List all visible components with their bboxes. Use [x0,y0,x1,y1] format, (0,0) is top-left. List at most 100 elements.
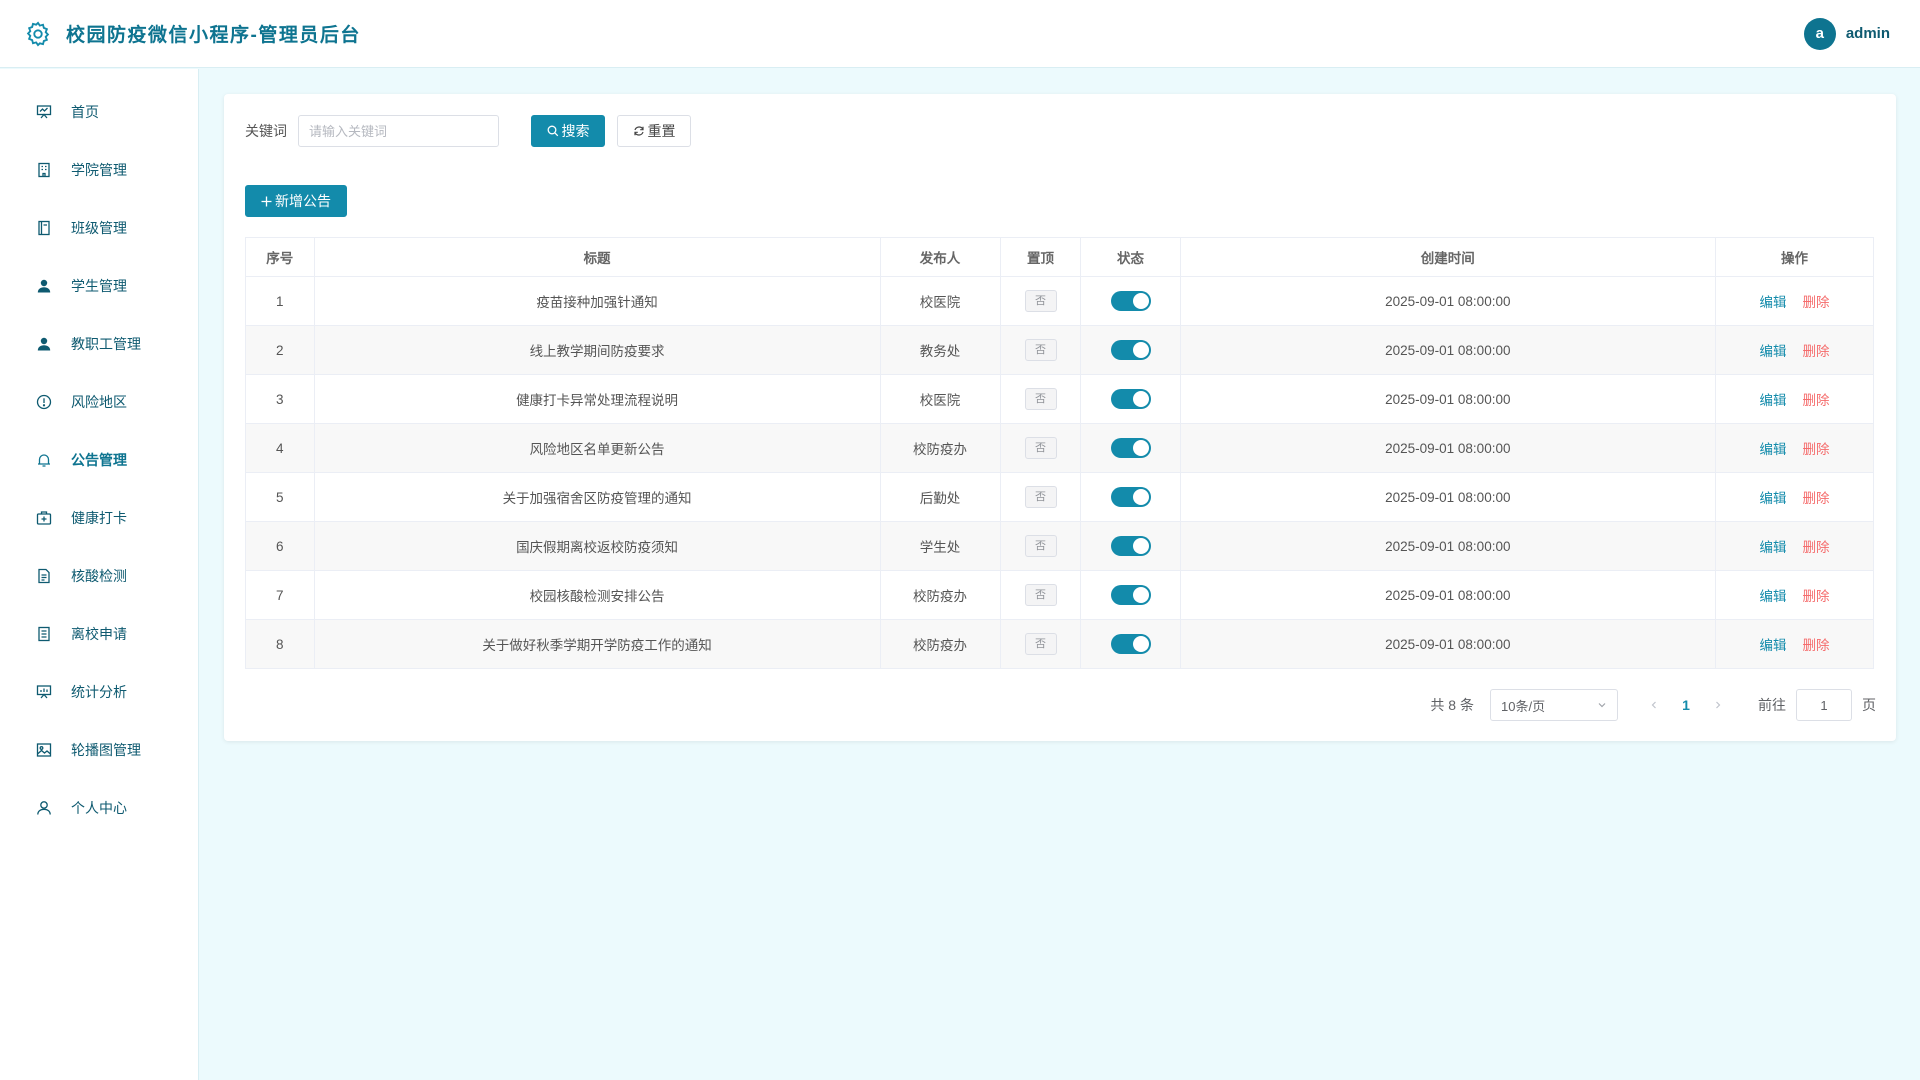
delete-link[interactable]: 删除 [1802,291,1829,311]
status-toggle[interactable] [1110,291,1151,311]
search-icon [547,125,558,137]
delete-link[interactable]: 删除 [1802,585,1829,605]
column-header-actions: 操作 [1714,237,1875,277]
edit-link[interactable]: 编辑 [1759,389,1786,409]
toggle-knob [1132,636,1149,652]
edit-link[interactable]: 编辑 [1759,536,1786,556]
chevron-left-icon [1651,701,1656,709]
sidebar-item-college[interactable]: 学院管理 [0,141,198,199]
page-number[interactable]: 1 [1668,697,1704,713]
sidebar-item-label: 健康打卡 [71,510,127,526]
row-created: 2025-09-01 08:00:00 [1179,423,1716,473]
search-button[interactable]: 搜索 [531,115,605,147]
table-row: 4 风险地区名单更新公告 校防疫办 否 2025-09-01 08:00:00 … [245,423,1875,473]
edit-link[interactable]: 编辑 [1759,585,1786,605]
edit-link[interactable]: 编辑 [1759,487,1786,507]
delete-link[interactable]: 删除 [1802,340,1829,360]
toggle-knob [1132,538,1149,554]
status-toggle[interactable] [1110,389,1151,409]
pinned-tag: 否 [1024,486,1057,508]
row-status-cell [1080,570,1181,620]
edit-link[interactable]: 编辑 [1759,438,1786,458]
row-title: 关于做好秋季学期开学防疫工作的通知 [313,619,881,669]
pagination-total: 共 8 条 [1430,697,1474,713]
table-row: 5 关于加强宿舍区防疫管理的通知 后勤处 否 2025-09-01 08:00:… [245,472,1875,522]
pinned-tag: 否 [1024,339,1057,361]
edit-link[interactable]: 编辑 [1759,340,1786,360]
row-publisher: 教务处 [879,325,1001,375]
refresh-icon [633,126,644,136]
sidebar-item-nucleic-test[interactable]: 核酸检测 [0,547,198,605]
status-toggle[interactable] [1110,340,1151,360]
sidebar-item-label: 个人中心 [71,800,127,816]
status-toggle[interactable] [1110,634,1151,654]
keyword-input[interactable] [298,115,499,147]
sidebar-item-profile[interactable]: 个人中心 [0,779,198,837]
sidebar-item-statistics[interactable]: 统计分析 [0,663,198,721]
delete-link[interactable]: 删除 [1802,487,1829,507]
row-publisher: 校医院 [879,374,1001,424]
column-header-title: 标题 [313,237,881,277]
row-created: 2025-09-01 08:00:00 [1179,521,1716,571]
edit-link[interactable]: 编辑 [1759,634,1786,654]
page-size-select[interactable]: 10条/页 [1490,689,1618,721]
delete-link[interactable]: 删除 [1802,438,1829,458]
avatar[interactable]: a [1803,17,1836,50]
sidebar-item-carousel[interactable]: 轮播图管理 [0,721,198,779]
sidebar-item-student[interactable]: 学生管理 [0,257,198,315]
search-bar: 关键词 搜索 重置 [245,115,691,147]
add-notice-button[interactable]: 新增公告 [245,185,347,217]
row-status-cell [1080,374,1181,424]
sidebar-item-class[interactable]: 班级管理 [0,199,198,257]
presentation-icon [35,103,53,121]
table-header-row: 序号 标题 发布人 置顶 状态 创建时间 操作 [245,237,1875,277]
table-row: 8 关于做好秋季学期开学防疫工作的通知 校防疫办 否 2025-09-01 08… [245,619,1875,669]
brand: 校园防疫微信小程序-管理员后台 [24,20,361,48]
row-pinned-cell: 否 [999,619,1082,669]
app-title: 校园防疫微信小程序-管理员后台 [66,25,361,46]
notice-management-card: 关键词 搜索 重置 新增公告 序号 标题 发布人 置顶 状态 创建时间 操作 [224,94,1896,741]
row-created: 2025-09-01 08:00:00 [1179,570,1716,620]
sidebar-item-risk-area[interactable]: 风险地区 [0,373,198,431]
picture-icon [35,741,53,759]
edit-link[interactable]: 编辑 [1759,291,1786,311]
sidebar-item-home[interactable]: 首页 [0,83,198,141]
sidebar-item-leave-request[interactable]: 离校申请 [0,605,198,663]
sidebar-item-staff[interactable]: 教职工管理 [0,315,198,373]
row-title: 校园核酸检测安排公告 [313,570,881,620]
status-toggle[interactable] [1110,585,1151,605]
next-page-button[interactable] [1704,697,1732,713]
delete-link[interactable]: 删除 [1802,634,1829,654]
row-title: 线上教学期间防疫要求 [313,325,881,375]
prev-page-button[interactable] [1640,697,1668,713]
column-header-status: 状态 [1080,237,1181,277]
delete-link[interactable]: 删除 [1802,536,1829,556]
user-menu[interactable]: a admin [1803,17,1890,50]
search-button-label: 搜索 [561,123,590,139]
sidebar-item-label: 首页 [71,104,99,120]
row-status-cell [1080,521,1181,571]
row-publisher: 学生处 [879,521,1001,571]
gear-icon [26,20,50,47]
user-filled-icon [35,335,53,353]
sidebar-item-notice[interactable]: 公告管理 [0,431,198,489]
sidebar-item-health-checkin[interactable]: 健康打卡 [0,489,198,547]
toggle-knob [1132,342,1149,358]
row-actions: 编辑 删除 [1714,325,1875,375]
building-icon [35,161,53,179]
row-publisher: 校防疫办 [879,570,1001,620]
row-pinned-cell: 否 [999,570,1082,620]
row-status-cell [1080,276,1181,326]
status-toggle[interactable] [1110,536,1151,556]
goto-page-input[interactable] [1796,689,1852,721]
keyword-label: 关键词 [245,123,287,139]
status-toggle[interactable] [1110,438,1151,458]
username[interactable]: admin [1846,25,1890,42]
delete-link[interactable]: 删除 [1802,389,1829,409]
table-row: 7 校园核酸检测安排公告 校防疫办 否 2025-09-01 08:00:00 … [245,570,1875,620]
pinned-tag: 否 [1024,633,1057,655]
reset-button[interactable]: 重置 [617,115,691,147]
row-actions: 编辑 删除 [1714,472,1875,522]
status-toggle[interactable] [1110,487,1151,507]
pinned-tag: 否 [1024,388,1057,410]
